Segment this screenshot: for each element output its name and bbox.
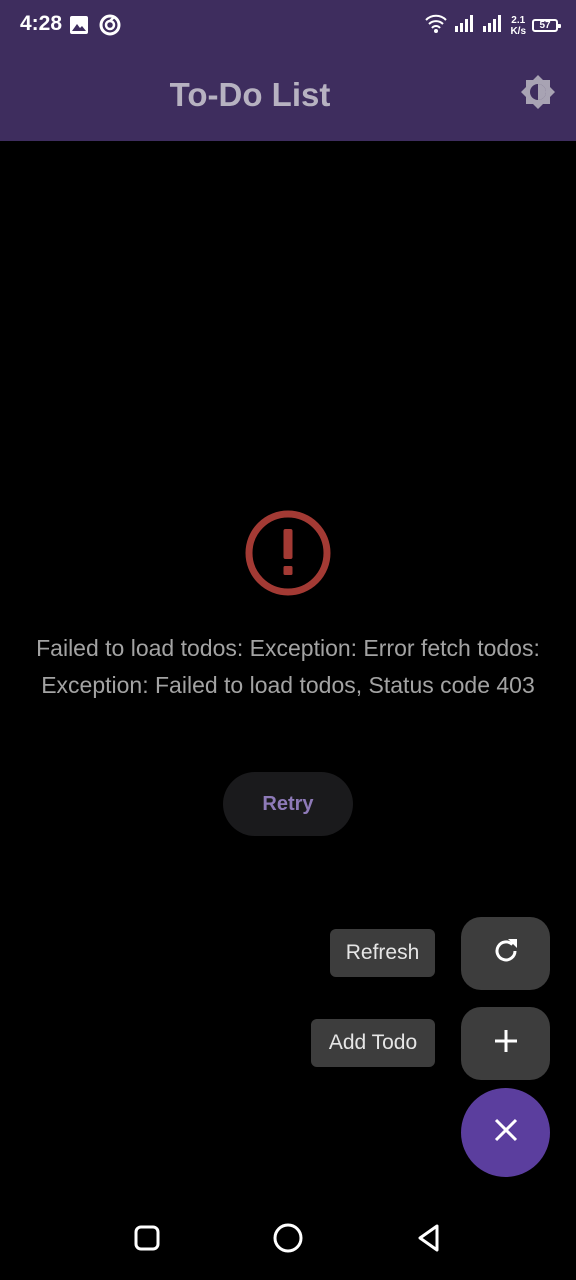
refresh-icon [491,936,521,971]
back-icon [415,1223,443,1258]
brightness-icon [520,74,556,115]
status-bar: 4:28 2.1 K/s 57 [0,0,576,52]
navigation-bar [0,1200,576,1280]
sync-app-icon [99,14,121,41]
add-todo-label[interactable]: Add Todo [311,1019,435,1067]
battery-icon: 57 [532,19,561,32]
status-time: 4:28 [20,12,63,35]
net-speed: 2.1 K/s [510,15,526,37]
refresh-button[interactable] [461,917,550,990]
error-message: Failed to load todos: Exception: Error f… [36,635,540,698]
status-notification-icons [69,14,121,41]
signal-icon-2 [482,13,504,38]
home-icon [272,1222,304,1259]
recents-icon [134,1225,160,1256]
signal-icon [454,13,476,38]
image-icon [69,15,89,40]
battery-level: 57 [539,20,551,31]
refresh-label[interactable]: Refresh [330,929,435,977]
close-icon [492,1116,520,1149]
retry-button[interactable]: Retry [223,772,353,836]
wifi-icon [424,12,448,39]
status-system-icons: 2.1 K/s 57 [424,12,561,39]
recents-button[interactable] [127,1220,167,1260]
screen: 4:28 2.1 K/s 57 To-Do List Failed to loa… [0,0,576,1280]
close-speed-dial-button[interactable] [461,1088,550,1177]
error-icon [244,509,332,597]
add-todo-button[interactable] [461,1007,550,1080]
app-bar: To-Do List [0,52,576,141]
theme-toggle-button[interactable] [518,74,558,114]
home-button[interactable] [268,1220,308,1260]
net-speed-unit: K/s [510,25,526,37]
net-speed-value: 2.1 [511,14,526,26]
page-title: To-Do List [169,76,331,113]
back-button[interactable] [409,1220,449,1260]
plus-icon [492,1027,520,1060]
